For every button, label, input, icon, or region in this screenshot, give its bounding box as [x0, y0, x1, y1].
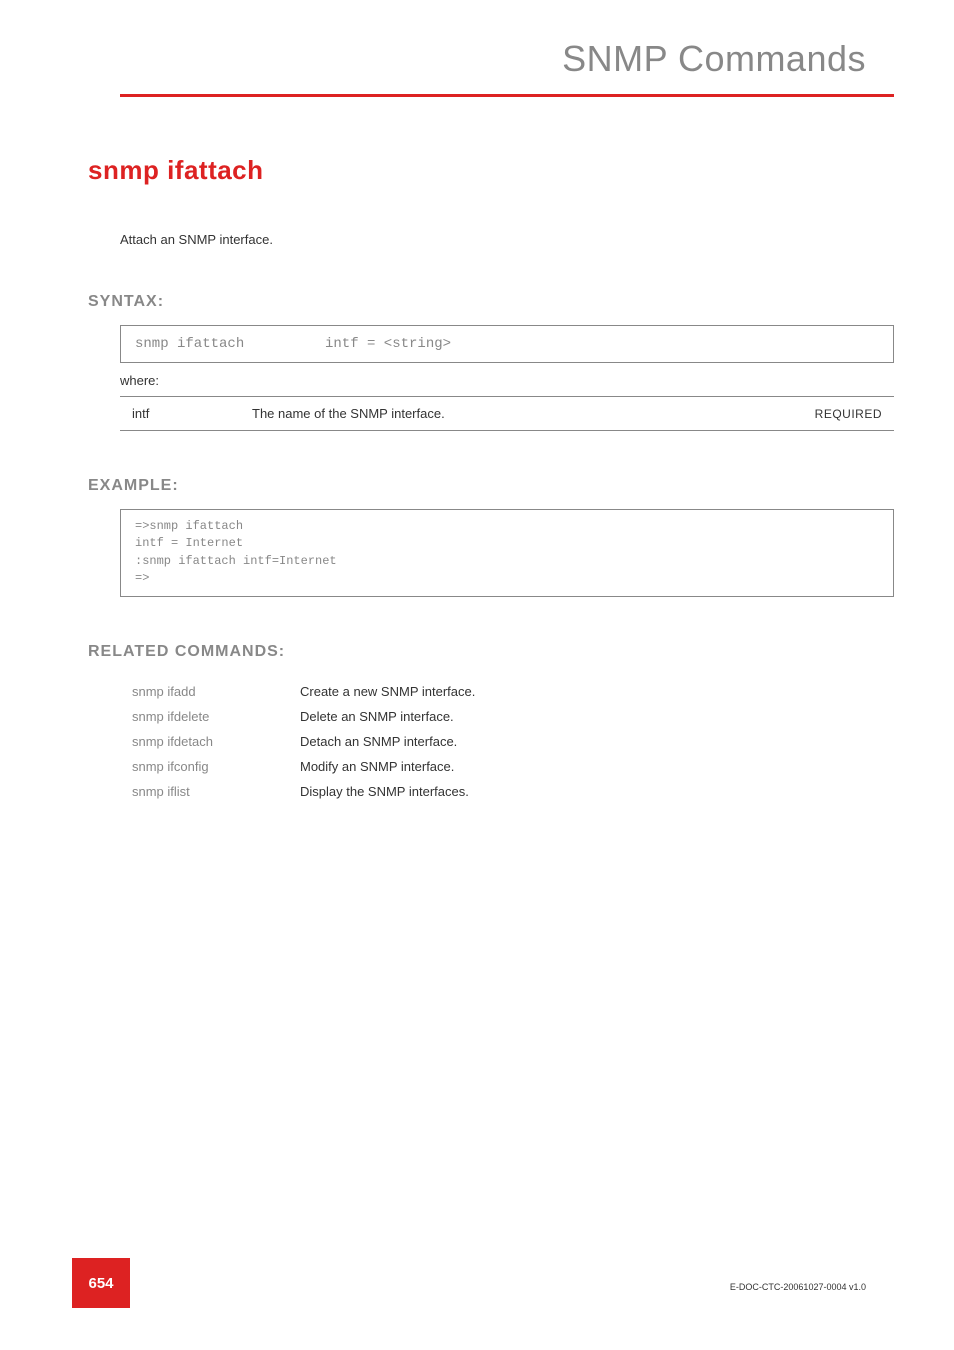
- document-page: SNMP Commands snmp ifattach Attach an SN…: [0, 0, 954, 1350]
- syntax-heading: SYNTAX:: [88, 293, 894, 311]
- related-desc: Create a new SNMP interface.: [300, 684, 475, 699]
- related-desc: Display the SNMP interfaces.: [300, 784, 469, 799]
- example-box: =>snmp ifattach intf = Internet :snmp if…: [120, 509, 894, 597]
- related-cmd: snmp ifadd: [132, 684, 300, 699]
- command-title: snmp ifattach: [88, 155, 894, 186]
- related-cmd: snmp iflist: [132, 784, 300, 799]
- related-row: snmp ifdetach Detach an SNMP interface.: [120, 729, 894, 754]
- related-cmd: snmp ifdelete: [132, 709, 300, 724]
- related-desc: Delete an SNMP interface.: [300, 709, 454, 724]
- header-rule: [120, 94, 894, 97]
- param-table: intf The name of the SNMP interface. REQ…: [120, 396, 894, 431]
- related-commands-table: snmp ifadd Create a new SNMP interface. …: [120, 679, 894, 804]
- param-name: intf: [132, 406, 252, 421]
- related-desc: Modify an SNMP interface.: [300, 759, 454, 774]
- syntax-command: snmp ifattach: [135, 336, 325, 352]
- related-heading: RELATED COMMANDS:: [88, 643, 894, 661]
- related-row: snmp ifdelete Delete an SNMP interface.: [120, 704, 894, 729]
- param-desc: The name of the SNMP interface.: [252, 406, 815, 421]
- related-row: snmp iflist Display the SNMP interfaces.: [120, 779, 894, 804]
- page-footer: 654 E-DOC-CTC-20061027-0004 v1.0: [72, 1258, 894, 1308]
- chapter-title: SNMP Commands: [72, 38, 894, 80]
- page-number-block: 654: [72, 1258, 130, 1308]
- param-required: REQUIRED: [815, 407, 882, 421]
- param-row: intf The name of the SNMP interface. REQ…: [120, 397, 894, 430]
- syntax-box: snmp ifattachintf = <string>: [120, 325, 894, 363]
- example-heading: EXAMPLE:: [88, 477, 894, 495]
- related-row: snmp ifadd Create a new SNMP interface.: [120, 679, 894, 704]
- syntax-args: intf = <string>: [325, 336, 451, 352]
- related-desc: Detach an SNMP interface.: [300, 734, 457, 749]
- related-row: snmp ifconfig Modify an SNMP interface.: [120, 754, 894, 779]
- related-cmd: snmp ifconfig: [132, 759, 300, 774]
- document-id: E-DOC-CTC-20061027-0004 v1.0: [730, 1282, 894, 1308]
- related-cmd: snmp ifdetach: [132, 734, 300, 749]
- where-label: where:: [120, 373, 894, 388]
- page-number: 654: [88, 1275, 113, 1292]
- command-description: Attach an SNMP interface.: [120, 232, 894, 247]
